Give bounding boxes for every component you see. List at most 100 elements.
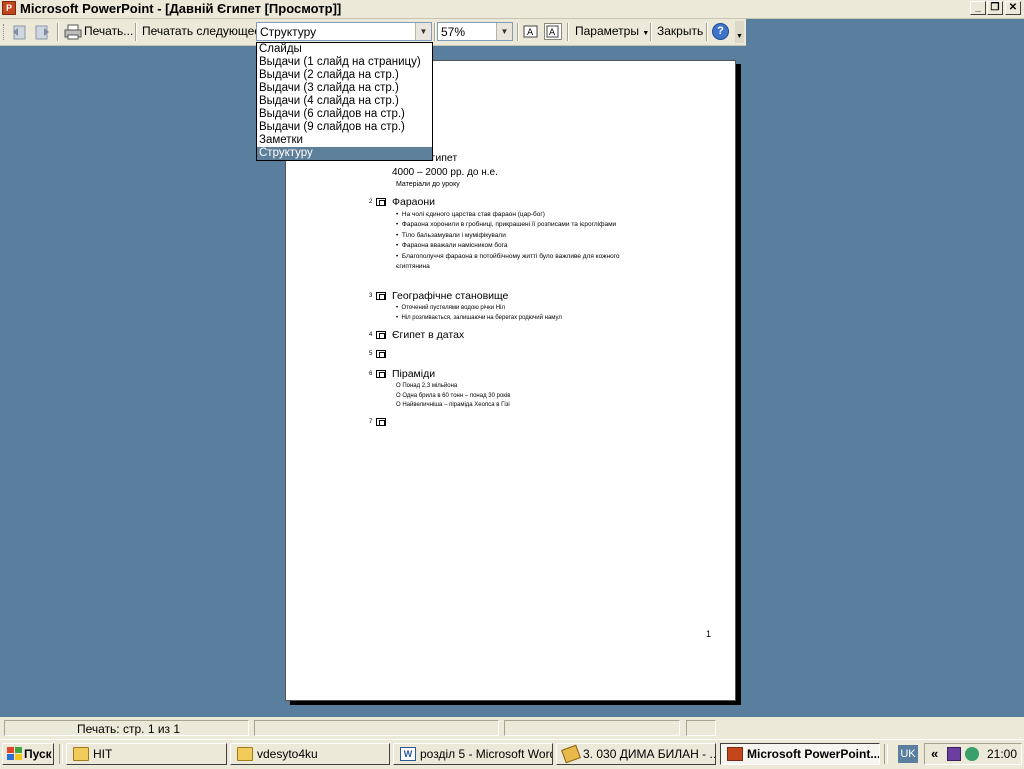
status-panel xyxy=(686,720,716,736)
slide3-title: Географічне становище xyxy=(392,290,509,302)
slide6-title: Піраміди xyxy=(392,368,436,380)
print-what-value: Структуру xyxy=(260,25,317,39)
title-bar: P Microsoft PowerPoint - [Давній Єгипет … xyxy=(0,0,1024,19)
folder-icon xyxy=(73,747,89,761)
dropdown-option[interactable]: Выдачи (2 слайда на стр.) xyxy=(257,69,432,82)
list-item: • Фараона вважали намісником бога xyxy=(396,242,508,249)
slide-icon xyxy=(376,198,386,206)
powerpoint-icon xyxy=(727,747,743,761)
printer-icon[interactable] xyxy=(64,23,82,41)
next-page-icon[interactable] xyxy=(33,23,51,41)
slide-icon xyxy=(376,370,386,378)
slide-icon xyxy=(376,350,386,358)
zoom-select[interactable]: 57% ▼ xyxy=(437,22,513,41)
zoom-value: 57% xyxy=(441,25,466,39)
list-item: O Найвеличніша – піраміда Хеопса в Гізі xyxy=(396,402,510,408)
slide-number: 7 xyxy=(369,419,373,425)
list-item: • Фараона хоронили в гробниці, прикрашен… xyxy=(396,221,617,228)
toolbar-separator xyxy=(650,23,652,41)
media-player-icon xyxy=(561,744,581,764)
tray-chevron-icon[interactable]: « xyxy=(931,746,938,761)
list-item: • На чолі єдиного царства став фараон (ц… xyxy=(396,211,545,218)
svg-text:A: A xyxy=(527,28,534,38)
windows-logo-icon xyxy=(7,747,22,760)
toolbar-separator xyxy=(567,23,569,41)
slide-number: 6 xyxy=(369,371,373,377)
tray-network-icon[interactable] xyxy=(965,747,979,761)
system-tray: « 21:00 xyxy=(924,743,1022,765)
list-item: • Ніл розливається, залишаючи на берегах… xyxy=(396,315,562,321)
taskbar: Пуск HIT vdesyto4ku W розділ 5 - Microso… xyxy=(0,739,1024,769)
status-page-text: Печать: стр. 1 из 1 xyxy=(77,722,181,736)
help-icon[interactable]: ? xyxy=(712,23,729,40)
dropdown-option-selected[interactable]: Структуру xyxy=(257,147,432,160)
slide4-title: Єгипет в датах xyxy=(392,329,465,341)
list-item: • Тіло бальзамували і муміфікували xyxy=(396,232,506,239)
print-what-label: Печатать следующее: xyxy=(142,24,265,38)
language-indicator[interactable]: UK xyxy=(898,745,918,763)
options-label: Параметры xyxy=(575,24,639,38)
taskbar-task-hit[interactable]: HIT xyxy=(66,743,227,765)
word-icon: W xyxy=(400,747,416,761)
taskbar-task-word[interactable]: W розділ 5 - Microsoft Word xyxy=(393,743,553,765)
taskbar-separator xyxy=(884,744,888,764)
dropdown-option[interactable]: Выдачи (6 слайдов на стр.) xyxy=(257,108,432,121)
chevron-down-icon[interactable]: ▼ xyxy=(415,23,431,40)
status-panel-page: Печать: стр. 1 из 1 xyxy=(4,720,249,736)
slide-number: 3 xyxy=(369,293,373,299)
toolbar-separator xyxy=(57,23,59,41)
status-bar: Печать: стр. 1 из 1 xyxy=(0,717,1024,739)
toolbar-separator xyxy=(135,23,137,41)
taskbar-task-powerpoint[interactable]: Microsoft PowerPoint... xyxy=(720,743,880,765)
toolbar-separator xyxy=(434,23,436,41)
print-button[interactable]: Печать... xyxy=(84,24,133,38)
list-item: • Благополуччя фараона в потойбічному жи… xyxy=(396,253,620,270)
powerpoint-app-icon[interactable]: P xyxy=(2,1,16,15)
status-panel xyxy=(254,720,499,736)
slide2-title: Фараони xyxy=(392,196,436,208)
print-what-dropdown-list[interactable]: Слайды Выдачи (1 слайд на страницу) Выда… xyxy=(256,42,433,161)
options-button[interactable]: Параметры ▼ xyxy=(575,24,649,38)
list-item: O Понад 2,3 мільйона xyxy=(396,383,458,389)
chevron-down-icon: ▼ xyxy=(642,30,650,37)
slide1-note: Матеріали до уроку xyxy=(396,181,460,188)
grayscale-icon[interactable]: A xyxy=(522,23,540,40)
slide-icon xyxy=(376,331,386,339)
slide-icon xyxy=(376,418,386,426)
svg-text:A: A xyxy=(549,28,556,38)
taskbar-task-vdesyto4ku[interactable]: vdesyto4ku xyxy=(230,743,390,765)
restore-button[interactable]: ❐ xyxy=(987,1,1003,15)
dropdown-option[interactable]: Выдачи (1 слайд на страницу) xyxy=(257,56,432,69)
previous-page-icon[interactable] xyxy=(11,23,29,41)
close-window-button[interactable]: ✕ xyxy=(1005,1,1021,15)
status-panel xyxy=(504,720,680,736)
minimize-button[interactable]: _ xyxy=(970,1,986,15)
page-number: 1 xyxy=(706,629,712,639)
dropdown-option[interactable]: Заметки xyxy=(257,134,432,147)
close-preview-button[interactable]: Закрыть xyxy=(657,24,703,38)
toolbar-grip[interactable] xyxy=(3,24,7,40)
dropdown-option[interactable]: Слайды xyxy=(257,43,432,56)
dropdown-option[interactable]: Выдачи (4 слайда на стр.) xyxy=(257,95,432,108)
slide1-subtitle: 4000 – 2000 рр. до н.е. xyxy=(392,167,498,178)
dropdown-option[interactable]: Выдачи (3 слайда на стр.) xyxy=(257,82,432,95)
slide-number: 4 xyxy=(369,332,373,338)
toolbar-options-chevron-icon[interactable]: ▼ xyxy=(735,21,744,43)
dropdown-option[interactable]: Выдачи (9 слайдов на стр.) xyxy=(257,121,432,134)
clock[interactable]: 21:00 xyxy=(987,747,1017,761)
tray-app-icon[interactable] xyxy=(947,747,961,761)
toolbar-separator xyxy=(517,23,519,41)
print-what-select[interactable]: Структуру ▼ xyxy=(256,22,432,41)
taskbar-task-media[interactable]: 3. 030 ДИМА БИЛАН - ... xyxy=(556,743,716,765)
folder-icon xyxy=(237,747,253,761)
start-button[interactable]: Пуск xyxy=(2,743,54,765)
start-label: Пуск xyxy=(24,747,52,761)
slide-icon xyxy=(376,292,386,300)
slide-number: 5 xyxy=(369,351,373,357)
list-item: • Оточений пустелями водою річки Ніл xyxy=(396,305,505,311)
frame-slides-icon[interactable]: A xyxy=(544,23,562,40)
toolbar-separator xyxy=(706,23,708,41)
chevron-down-icon[interactable]: ▼ xyxy=(496,23,512,40)
window-title: Microsoft PowerPoint - [Давній Єгипет [П… xyxy=(20,1,342,16)
toolbar-empty-area xyxy=(746,19,1024,45)
